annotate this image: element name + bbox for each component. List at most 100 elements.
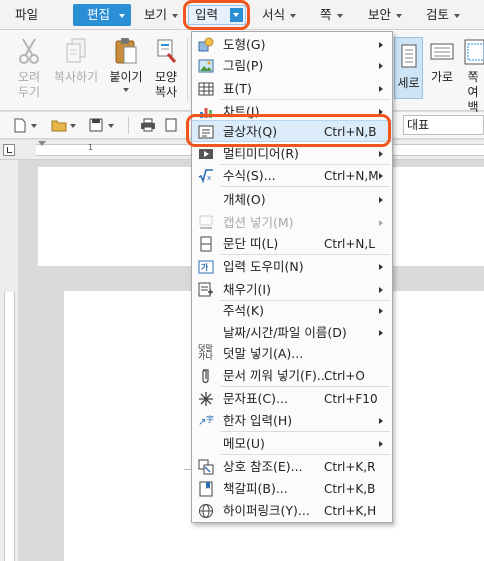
- table-icon: [198, 81, 214, 97]
- portrait-page-icon: [401, 44, 417, 68]
- paste-button[interactable]: 붙이기: [106, 36, 146, 92]
- menu-item-label: 날짜/시간/파일 이름(D): [223, 325, 347, 340]
- menu-item-18[interactable]: ↗ 字 한자 입력(H): [192, 410, 392, 432]
- style-select-value: 대표: [407, 118, 430, 132]
- print-preview-icon[interactable]: [164, 118, 180, 132]
- menu-edit[interactable]: 편집: [73, 4, 131, 26]
- menu-item-label: 덧말 넣기(A)...: [223, 346, 304, 361]
- menu-item-22[interactable]: 하이퍼링크(Y)... Ctrl+K,H: [192, 500, 392, 522]
- indent-marker[interactable]: [38, 141, 46, 146]
- chevron-down-icon[interactable]: [108, 124, 114, 128]
- menu-item-10[interactable]: 문단 띠(L) Ctrl+N,L: [192, 233, 392, 255]
- ruler-tab-selector[interactable]: [3, 144, 15, 156]
- landscape-page-icon: [430, 43, 454, 60]
- new-document-icon[interactable]: [14, 118, 26, 133]
- menu-review[interactable]: 검토: [426, 4, 461, 26]
- toolbar-divider: [128, 117, 129, 134]
- menu-item-8[interactable]: 개체(O): [192, 189, 392, 211]
- cut-label: 오려 두기: [17, 70, 41, 99]
- menu-view-label: 보기: [144, 7, 168, 22]
- menu-item-19[interactable]: 메모(U): [192, 433, 392, 455]
- caption-icon: [198, 215, 214, 231]
- menu-item-9: 캡션 넣기(M): [192, 212, 392, 234]
- submenu-arrow-icon: [379, 287, 383, 293]
- menu-item-3[interactable]: 표(T): [192, 78, 392, 100]
- menu-item-15[interactable]: 덧말 가나 덧말 넣기(A)...: [192, 343, 392, 365]
- cross-reference-icon: [198, 459, 214, 475]
- submenu-arrow-icon: [379, 418, 383, 424]
- submenu-arrow-icon: [379, 220, 383, 226]
- picture-icon: [198, 58, 214, 74]
- copy-button[interactable]: 복사하기: [51, 36, 101, 85]
- submenu-arrow-icon: [379, 173, 383, 179]
- chevron-down-icon: [396, 13, 403, 18]
- bookmark-icon: [198, 481, 214, 497]
- menu-separator: [220, 454, 390, 455]
- menu-item-label: 채우기(I): [223, 282, 271, 297]
- portrait-label: 세로: [397, 76, 420, 90]
- menu-item-7[interactable]: x 수식(S)... Ctrl+N,M: [192, 165, 392, 187]
- submenu-arrow-icon: [379, 63, 383, 69]
- ribbon-divider: [187, 38, 188, 102]
- menu-item-1[interactable]: 도형(G): [192, 34, 392, 56]
- svg-text:x: x: [207, 174, 211, 182]
- shape-icon: [198, 37, 214, 53]
- chevron-down-icon[interactable]: [31, 124, 37, 128]
- menu-item-11[interactable]: 가 입력 도우미(N): [192, 256, 392, 278]
- menu-item-label: 상호 참조(E)...: [223, 459, 303, 474]
- menu-page[interactable]: 쪽: [320, 4, 343, 26]
- ruler-mark-1: 1: [88, 143, 94, 152]
- submenu-arrow-icon: [379, 42, 383, 48]
- menu-security[interactable]: 보안: [368, 4, 403, 26]
- menu-item-13[interactable]: 주석(K): [192, 300, 392, 322]
- menu-separator: [220, 254, 390, 255]
- multimedia-icon: [198, 146, 214, 162]
- highlight-insert-menu: [183, 0, 250, 30]
- menu-item-label: 메모(U): [223, 436, 265, 451]
- save-icon[interactable]: [89, 118, 103, 132]
- highlight-textbox-item: [186, 114, 391, 147]
- landscape-button[interactable]: 가로: [427, 36, 457, 85]
- menu-item-label: 문자표(C)...: [223, 391, 288, 406]
- ruby-text-icon: 덧말 가나: [198, 344, 213, 361]
- page-margin-label: 쪽 여백: [467, 70, 479, 114]
- menu-item-16[interactable]: 문서 끼워 넣기(F)... Ctrl+O: [192, 365, 392, 387]
- style-select[interactable]: 대표: [403, 115, 484, 135]
- menu-item-21[interactable]: 책갈피(B)... Ctrl+K,B: [192, 478, 392, 500]
- format-painter-icon: [157, 39, 177, 63]
- page-margin-button[interactable]: 쪽 여백: [462, 36, 484, 115]
- format-copy-button[interactable]: 모양 복사: [150, 36, 182, 100]
- menu-review-label: 검토: [426, 7, 450, 22]
- vertical-ruler-strip[interactable]: [4, 292, 15, 561]
- svg-text:字: 字: [206, 414, 214, 424]
- menu-item-12[interactable]: 채우기(I): [192, 279, 392, 301]
- menu-item-2[interactable]: 그림(P): [192, 55, 392, 77]
- menu-page-label: 쪽: [320, 7, 332, 22]
- character-map-icon: [198, 391, 214, 407]
- clipboard-icon: [115, 38, 137, 64]
- menu-view[interactable]: 보기: [144, 4, 179, 26]
- landscape-label: 가로: [430, 70, 454, 84]
- menu-item-14[interactable]: 날짜/시간/파일 이름(D): [192, 322, 392, 344]
- menu-separator: [220, 99, 390, 100]
- format-copy-label: 모양 복사: [154, 70, 178, 99]
- menu-security-label: 보안: [368, 7, 392, 22]
- menu-item-17[interactable]: 문자표(C)... Ctrl+F10: [192, 388, 392, 410]
- menu-file[interactable]: 파일: [15, 4, 38, 26]
- menu-item-20[interactable]: 상호 참조(E)... Ctrl+K,R: [192, 456, 392, 478]
- submenu-arrow-icon: [379, 264, 383, 270]
- submenu-arrow-icon: [379, 197, 383, 203]
- menu-item-shortcut: Ctrl+F10: [324, 392, 378, 406]
- chevron-down-icon[interactable]: [70, 124, 76, 128]
- insert-menu: 도형(G) 그림(P) 표(T) 차트(J) 글상자(Q) Ctrl+N,B 멀티미디어(R…: [191, 31, 393, 523]
- menu-item-label: 입력 도우미(N): [223, 259, 304, 274]
- menu-item-shortcut: Ctrl+K,B: [324, 482, 376, 496]
- open-folder-icon[interactable]: [51, 118, 67, 132]
- menu-item-shortcut: Ctrl+K,R: [324, 460, 376, 474]
- submenu-arrow-icon: [379, 330, 383, 336]
- portrait-button[interactable]: 세로: [394, 37, 423, 99]
- input-helper-icon: 가: [198, 259, 214, 275]
- cut-button[interactable]: 오려 두기: [12, 36, 46, 100]
- menu-format[interactable]: 서식: [262, 4, 297, 26]
- print-icon[interactable]: [140, 118, 156, 132]
